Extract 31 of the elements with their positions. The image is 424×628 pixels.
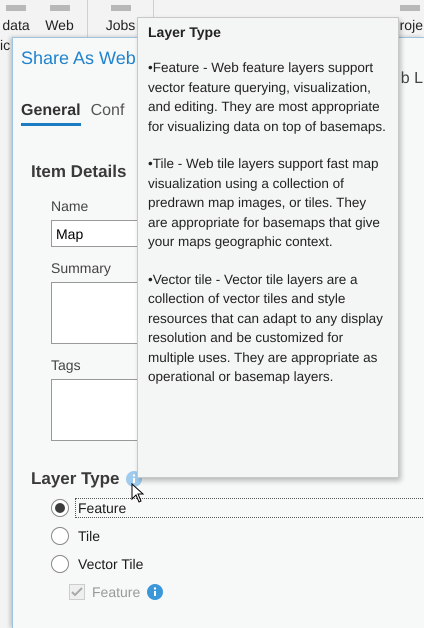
option-label[interactable]: Vector Tile — [76, 555, 146, 573]
text-area[interactable] — [51, 379, 137, 441]
input-field[interactable]: Map — [51, 220, 137, 247]
tab[interactable]: General — [21, 102, 81, 126]
radio-button[interactable] — [51, 527, 69, 545]
option-label[interactable]: Feature — [76, 499, 424, 517]
header-text: b L — [400, 70, 424, 88]
ribbon-button[interactable]: roje — [400, 17, 423, 33]
option-label[interactable]: Tile — [76, 527, 102, 545]
radio-button[interactable] — [51, 499, 69, 517]
section-heading: Layer Type — [31, 469, 120, 489]
ribbon-button[interactable]: Web — [45, 17, 74, 33]
section-heading: Item Details — [31, 162, 126, 182]
ribbon-icon — [3, 5, 29, 13]
tab[interactable]: Conf — [90, 102, 124, 126]
ribbon-button[interactable]: data — [2, 17, 30, 33]
ribbon-label: ic — [0, 37, 10, 53]
cursor-icon — [131, 483, 145, 503]
tooltip-paragraph: •Vector tile - Vector tile layers are a collection of vector tiles and style resources that can adapt to any display resolution and be customized for multiple uses. They are appropriate as operational or basemap layers. — [148, 270, 384, 386]
field-label: Tags — [51, 357, 81, 373]
field-label: Summary — [51, 260, 111, 276]
field-label: Name — [51, 198, 88, 214]
ribbon-button[interactable]: Jobs — [106, 17, 136, 33]
text-area[interactable] — [51, 282, 137, 344]
dialog-title: Share As Web — [21, 48, 136, 69]
radio-button[interactable] — [51, 555, 69, 573]
tooltip-title: Layer Type — [148, 24, 222, 40]
checkbox-label: Feature — [92, 584, 140, 600]
ribbon-icon — [397, 5, 423, 13]
tooltip-paragraph: •Feature - Web feature layers support vector feature querying, visualization, and editing. They are most appropriate for visualizing data on top of basemaps. — [148, 59, 387, 136]
tooltip-paragraph: •Tile - Web tile layers support fast map visualization using a collection of predrawn map images, or tiles. They are appropriate for basemaps that give your maps geographic context. — [148, 155, 381, 251]
